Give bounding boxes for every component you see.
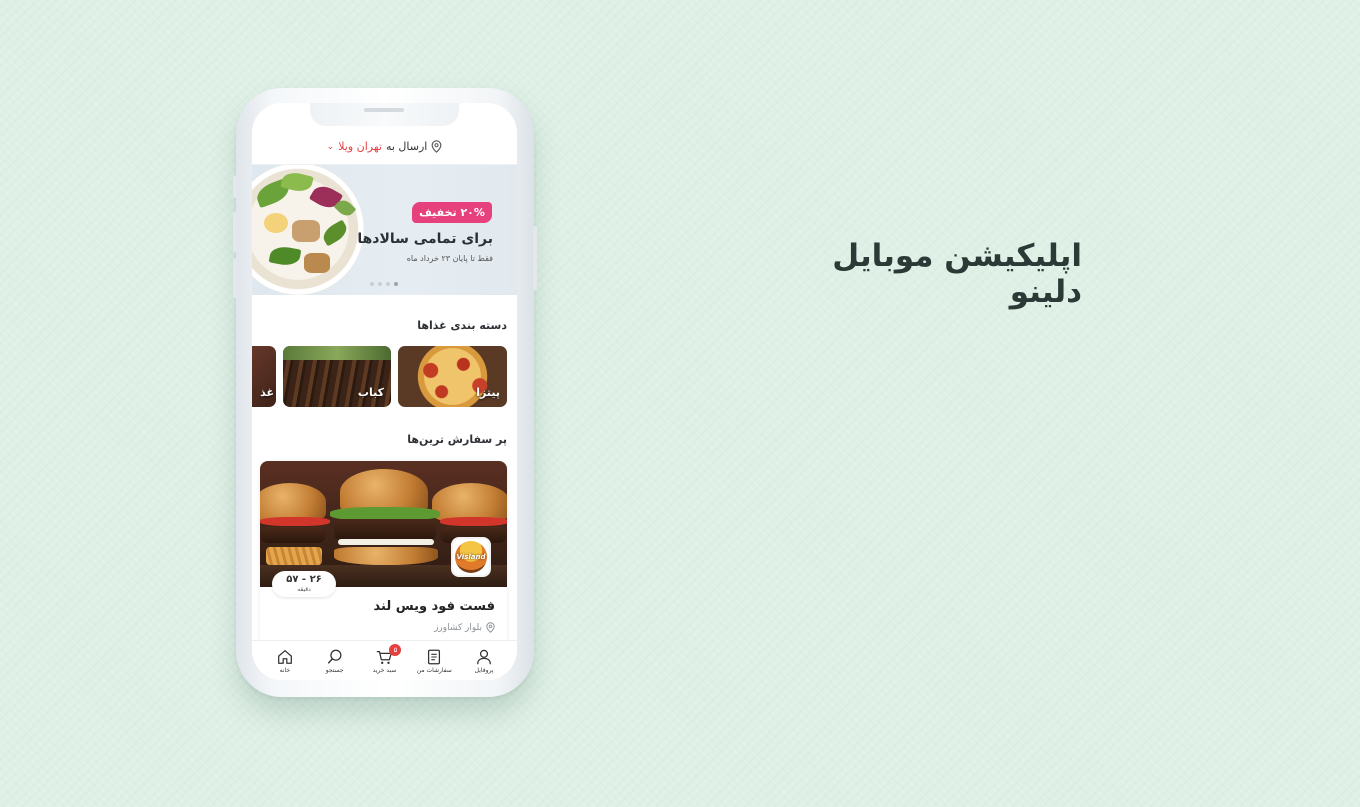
nav-item-cart[interactable]: ۵ سبد خرید bbox=[361, 643, 407, 674]
chevron-down-icon[interactable]: ⌄ bbox=[327, 142, 335, 152]
carousel-dots bbox=[370, 282, 398, 286]
crouton bbox=[292, 220, 320, 242]
restaurant-address-row: بلوار کشاورز bbox=[434, 622, 495, 633]
burger-tomato bbox=[440, 517, 507, 526]
home-icon bbox=[277, 649, 292, 664]
fries bbox=[266, 547, 322, 565]
category-label: پیتزا bbox=[476, 386, 500, 399]
restaurant-logo: Visland bbox=[451, 537, 491, 577]
nav-label: سفارشات من bbox=[416, 666, 452, 674]
nav-item-home[interactable]: خانه bbox=[262, 648, 308, 674]
delivery-time-badge: ۲۶ - ۵۷ دقیقه bbox=[272, 571, 336, 597]
carousel-dot-active[interactable] bbox=[394, 282, 398, 286]
burger-bun bbox=[432, 483, 507, 521]
delivery-location-bar[interactable]: ارسال به تهران ویلا ⌄ bbox=[252, 129, 517, 165]
burger-patty bbox=[260, 527, 326, 543]
nav-item-profile[interactable]: پروفایل bbox=[461, 648, 507, 674]
restaurant-name: فست فود ویس لند bbox=[373, 599, 495, 614]
carousel-dot[interactable] bbox=[386, 282, 390, 286]
location-pin-icon bbox=[486, 622, 495, 633]
bottom-navigation: خانه جستجو ۵ سبد خرید سفارشات من پروفایل bbox=[252, 640, 517, 680]
burger-patty bbox=[334, 519, 436, 541]
phone-silent-switch bbox=[233, 176, 237, 198]
deliver-to-label: ارسال به bbox=[385, 140, 428, 153]
delivery-time-unit: دقیقه bbox=[297, 586, 311, 593]
logo-text: Visland bbox=[456, 553, 486, 561]
category-card-kebab[interactable]: کباب bbox=[283, 346, 391, 407]
categories-title: دسته بندی غذاها bbox=[417, 319, 507, 332]
burger-bun bbox=[260, 483, 326, 521]
category-carousel: پیتزا کباب غذ bbox=[252, 346, 517, 408]
restaurant-address: بلوار کشاورز bbox=[434, 622, 482, 633]
nav-item-search[interactable]: جستجو bbox=[312, 648, 358, 674]
phone-speaker bbox=[364, 108, 404, 112]
promo-banner[interactable]: ۲۰% تخفیف برای تمامی سالادها فقط تا پایا… bbox=[252, 165, 517, 295]
herb-garnish bbox=[283, 346, 391, 360]
burger-tomato bbox=[260, 517, 330, 526]
user-icon bbox=[477, 649, 492, 664]
restaurant-cover-image: Visland bbox=[260, 461, 507, 587]
egg-slice bbox=[264, 213, 288, 233]
carousel-dot[interactable] bbox=[378, 282, 382, 286]
background-pattern bbox=[0, 0, 1360, 807]
phone-notch bbox=[310, 103, 459, 126]
app-screen: ارسال به تهران ویلا ⌄ ۲۰% تخفیف برای تما… bbox=[252, 103, 517, 680]
phone-power-button bbox=[533, 226, 537, 290]
category-card-pizza[interactable]: پیتزا bbox=[398, 346, 507, 407]
cart-count-badge: ۵ bbox=[389, 643, 402, 656]
restaurant-card[interactable]: Visland ۲۶ - ۵۷ دقیقه فست فود ویس لند بل… bbox=[260, 461, 507, 651]
discount-badge: ۲۰% تخفیف bbox=[412, 202, 492, 223]
category-label: غذ bbox=[260, 386, 274, 399]
search-icon bbox=[327, 649, 342, 664]
burger-sauce bbox=[338, 539, 434, 545]
nav-item-orders[interactable]: سفارشات من bbox=[411, 648, 457, 674]
nav-label: پروفایل bbox=[474, 666, 494, 674]
delivery-time: ۲۶ - ۵۷ bbox=[286, 574, 322, 585]
promo-title: برای تمامی سالادها bbox=[357, 231, 493, 247]
category-label: کباب bbox=[357, 386, 384, 399]
page-headline: اپلیکیشن موبایل دلینو bbox=[832, 238, 1082, 310]
carousel-dot[interactable] bbox=[370, 282, 374, 286]
category-card-partial[interactable]: غذ bbox=[252, 346, 276, 407]
nav-label: سبد خرید bbox=[372, 666, 397, 674]
phone-mockup: ارسال به تهران ویلا ⌄ ۲۰% تخفیف برای تما… bbox=[233, 88, 537, 697]
phone-volume-up bbox=[233, 212, 237, 252]
phone-volume-down bbox=[233, 258, 237, 298]
location-pin-icon bbox=[431, 140, 442, 153]
receipt-icon bbox=[428, 649, 441, 664]
promo-subtitle: فقط تا پایان ۲۳ خرداد ماه bbox=[406, 254, 493, 263]
selected-city[interactable]: تهران ویلا bbox=[338, 140, 382, 153]
chicken-piece bbox=[304, 253, 330, 273]
popular-title: پر سفارش ترین‌ها bbox=[407, 433, 507, 446]
burger-bottom-bun bbox=[334, 547, 438, 565]
nav-label: جستجو bbox=[325, 666, 344, 674]
nav-label: خانه bbox=[279, 666, 291, 674]
